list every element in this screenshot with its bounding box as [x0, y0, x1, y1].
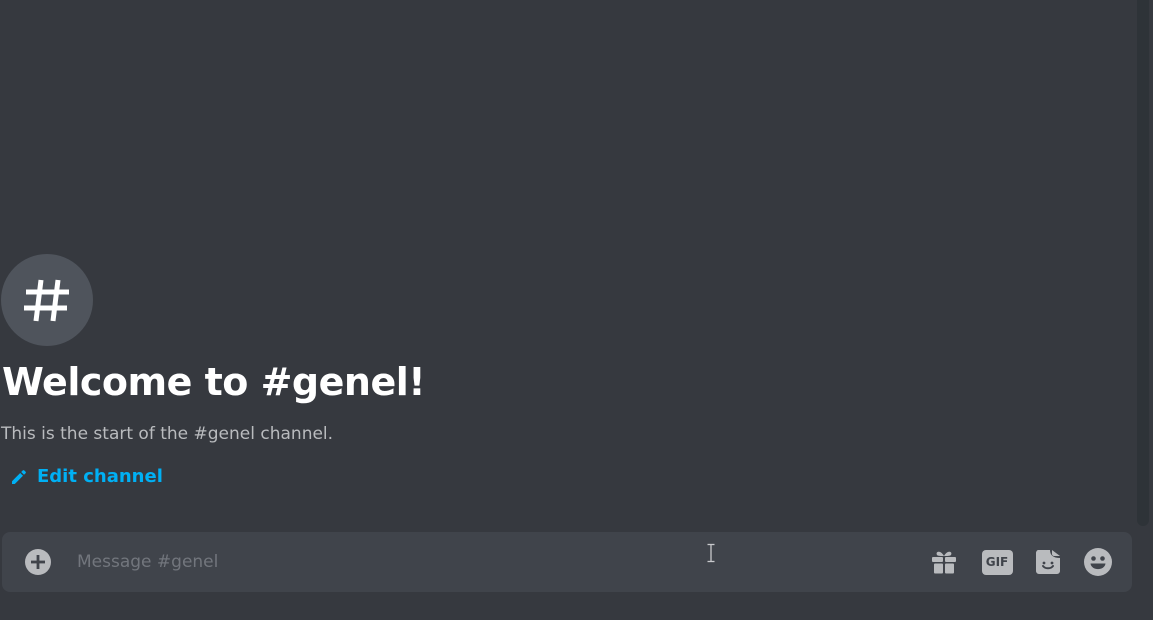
pencil-icon [12, 469, 26, 484]
sticker-icon [1036, 550, 1060, 574]
hashtag-icon [24, 279, 69, 322]
attach-button[interactable] [24, 548, 52, 576]
text-cursor-icon [707, 543, 715, 563]
message-input[interactable] [77, 544, 677, 580]
gift-button[interactable] [928, 546, 960, 578]
welcome-title: Welcome to #genel! [2, 360, 426, 404]
emoji-icon [1084, 548, 1112, 576]
gif-button[interactable]: GIF [981, 546, 1013, 578]
welcome-subtitle: This is the start of the #genel channel. [1, 424, 334, 444]
emoji-button[interactable] [1082, 546, 1114, 578]
channel-avatar [1, 254, 93, 346]
gift-icon [932, 551, 956, 574]
chat-main: Welcome to #genel! This is the start of … [0, 0, 1153, 620]
plus-circle-icon [25, 549, 51, 575]
edit-channel-label: Edit channel [37, 466, 163, 487]
edit-channel-link[interactable]: Edit channel [10, 466, 163, 487]
gif-label: GIF [985, 555, 1009, 569]
message-composer: GIF [2, 532, 1132, 592]
scrollbar[interactable] [1137, 0, 1149, 526]
gif-icon: GIF [981, 549, 1013, 575]
sticker-button[interactable] [1032, 546, 1064, 578]
